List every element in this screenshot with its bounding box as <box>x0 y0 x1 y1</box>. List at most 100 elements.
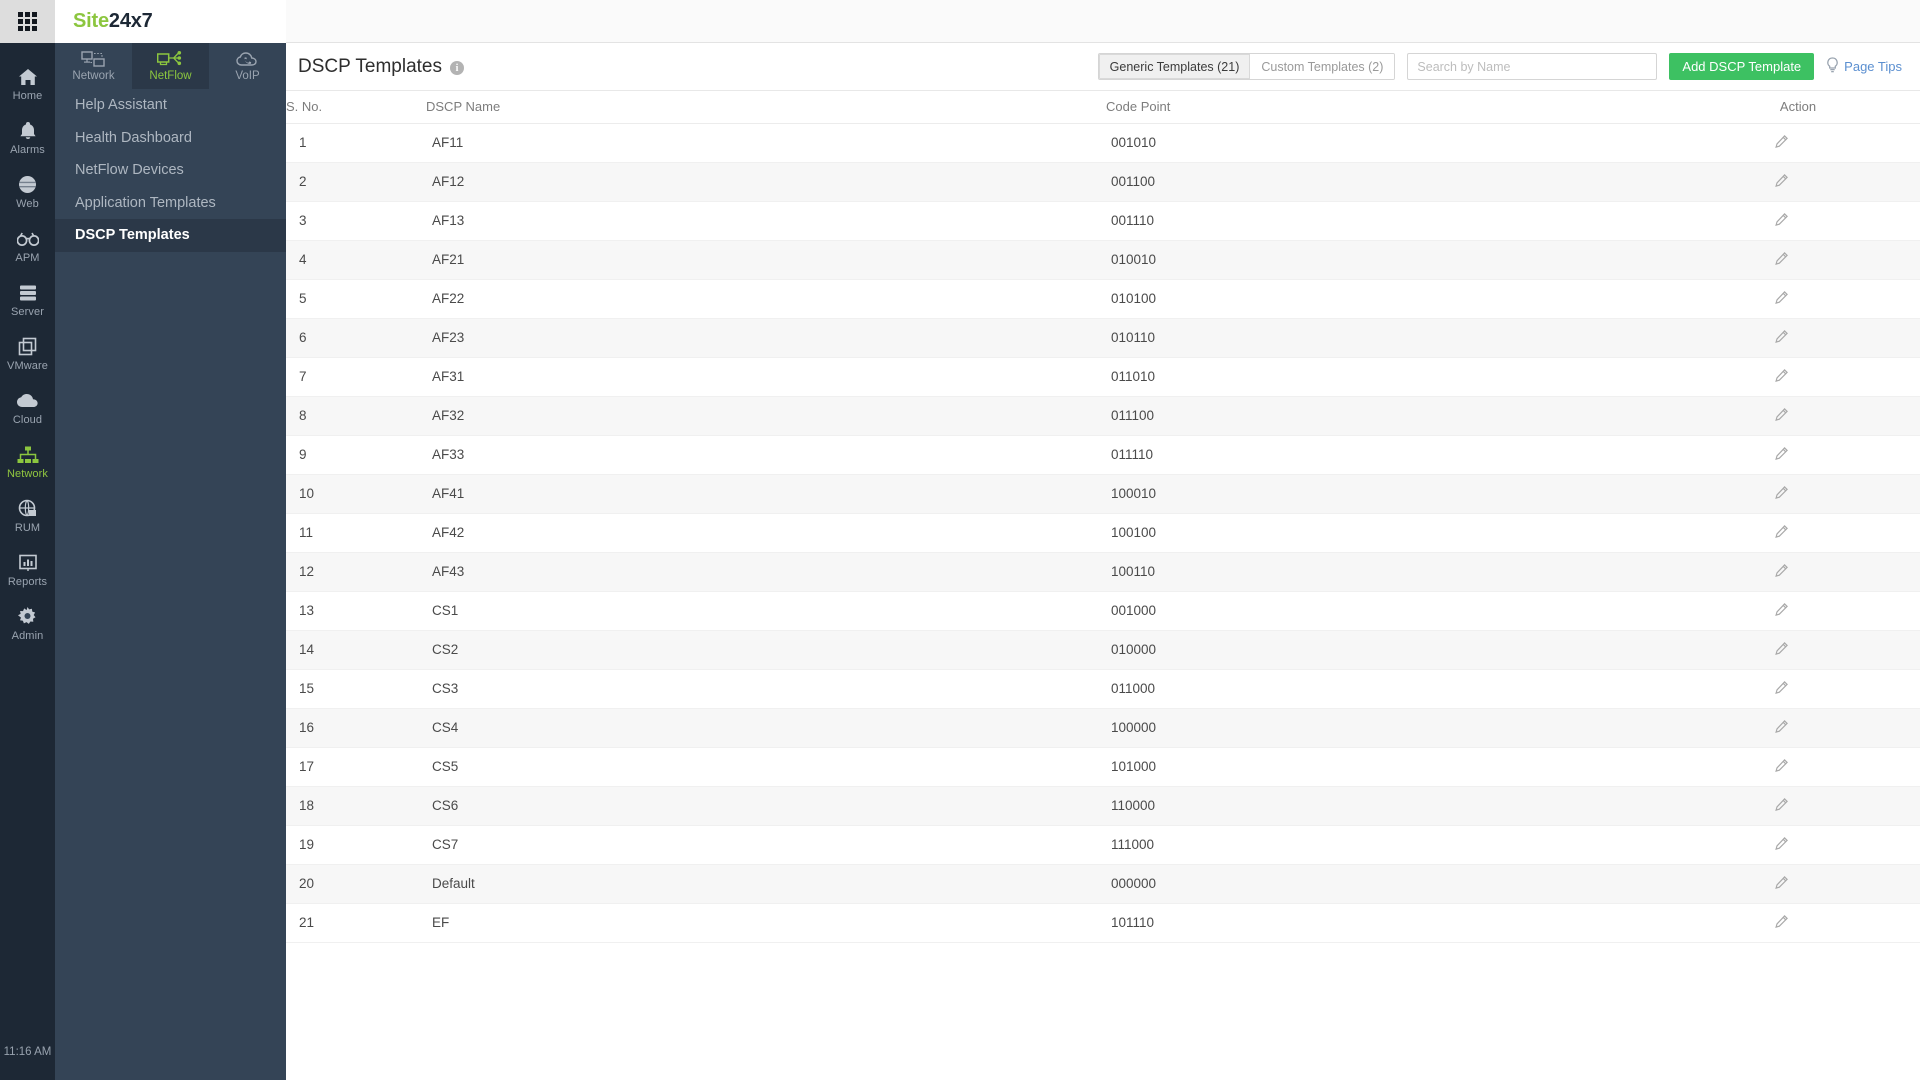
edit-pencil-icon[interactable] <box>1775 447 1788 463</box>
dscp-templates-table: S. No. DSCP Name Code Point Action 1AF11… <box>286 91 1920 943</box>
cell-code-point: 001000 <box>1106 591 1676 630</box>
edit-pencil-icon[interactable] <box>1775 603 1788 619</box>
rail-item-label: APM <box>15 252 39 265</box>
voip-cloud-icon <box>236 50 260 69</box>
cell-sno: 10 <box>286 474 426 513</box>
cell-dscp-name: AF43 <box>426 552 1106 591</box>
cell-code-point: 001110 <box>1106 201 1676 240</box>
subnav-tab-label: NetFlow <box>149 70 191 83</box>
sidebar-item-health-dashboard[interactable]: Health Dashboard <box>55 122 286 155</box>
rail-item-server[interactable]: Server <box>0 273 55 327</box>
table-row[interactable]: 14CS2010000 <box>286 630 1920 669</box>
edit-pencil-icon[interactable] <box>1775 330 1788 346</box>
cell-action <box>1676 825 1920 864</box>
subnav-tab-netflow[interactable]: NetFlow <box>132 43 209 89</box>
rail-item-alarms[interactable]: Alarms <box>0 111 55 165</box>
rail-item-vmware[interactable]: VMware <box>0 327 55 381</box>
table-row[interactable]: 12AF43100110 <box>286 552 1920 591</box>
rail-item-label: Reports <box>8 576 47 589</box>
cell-action <box>1676 240 1920 279</box>
table-row[interactable]: 8AF32011100 <box>286 396 1920 435</box>
edit-pencil-icon[interactable] <box>1775 486 1788 502</box>
cell-sno: 13 <box>286 591 426 630</box>
apps-grid-button[interactable] <box>0 0 55 43</box>
edit-pencil-icon[interactable] <box>1775 915 1788 931</box>
cell-sno: 20 <box>286 864 426 903</box>
table-row[interactable]: 10AF41100010 <box>286 474 1920 513</box>
table-row[interactable]: 11AF42100100 <box>286 513 1920 552</box>
edit-pencil-icon[interactable] <box>1775 408 1788 424</box>
sidebar-item-help-assistant[interactable]: Help Assistant <box>55 89 286 122</box>
table-row[interactable]: 13CS1001000 <box>286 591 1920 630</box>
edit-pencil-icon[interactable] <box>1775 837 1788 853</box>
table-row[interactable]: 1AF11001010 <box>286 123 1920 162</box>
edit-pencil-icon[interactable] <box>1775 876 1788 892</box>
search-input[interactable] <box>1407 53 1657 80</box>
edit-pencil-icon[interactable] <box>1775 291 1788 307</box>
page-tips-link[interactable]: Page Tips <box>1826 57 1902 76</box>
brand-text: Site24x7 <box>73 10 153 33</box>
rail-item-reports[interactable]: Reports <box>0 543 55 597</box>
edit-pencil-icon[interactable] <box>1775 213 1788 229</box>
cell-dscp-name: CS4 <box>426 708 1106 747</box>
rail-item-cloud[interactable]: Cloud <box>0 381 55 435</box>
edit-pencil-icon[interactable] <box>1775 369 1788 385</box>
table-body: 1AF110010102AF120011003AF130011104AF2101… <box>286 123 1920 942</box>
rail-item-network[interactable]: Network <box>0 435 55 489</box>
table-row[interactable]: 6AF23010110 <box>286 318 1920 357</box>
edit-pencil-icon[interactable] <box>1775 174 1788 190</box>
edit-pencil-icon[interactable] <box>1775 135 1788 151</box>
table-row[interactable]: 5AF22010100 <box>286 279 1920 318</box>
page-title: DSCP Templates <box>298 56 442 78</box>
cell-code-point: 010000 <box>1106 630 1676 669</box>
sidebar-item-application-templates[interactable]: Application Templates <box>55 187 286 220</box>
table-row[interactable]: 19CS7111000 <box>286 825 1920 864</box>
globe-icon <box>18 174 37 196</box>
table-row[interactable]: 15CS3011000 <box>286 669 1920 708</box>
cell-sno: 14 <box>286 630 426 669</box>
table-row[interactable]: 17CS5101000 <box>286 747 1920 786</box>
subnav-tab-label: Network <box>72 70 114 83</box>
table-row[interactable]: 4AF21010010 <box>286 240 1920 279</box>
rail-item-rum[interactable]: RUM <box>0 489 55 543</box>
sidebar-item-netflow-devices[interactable]: NetFlow Devices <box>55 154 286 187</box>
rail-item-label: Web <box>16 198 39 211</box>
cell-code-point: 100100 <box>1106 513 1676 552</box>
table-row[interactable]: 9AF33011110 <box>286 435 1920 474</box>
rail-item-web[interactable]: Web <box>0 165 55 219</box>
table-row[interactable]: 16CS4100000 <box>286 708 1920 747</box>
brand-logo[interactable]: Site24x7 <box>55 0 286 43</box>
rail-item-home[interactable]: Home <box>0 57 55 111</box>
table-row[interactable]: 2AF12001100 <box>286 162 1920 201</box>
edit-pencil-icon[interactable] <box>1775 252 1788 268</box>
rail-item-admin[interactable]: Admin <box>0 597 55 651</box>
tab-generic-templates[interactable]: Generic Templates (21) <box>1099 54 1251 79</box>
table-row[interactable]: 7AF31011010 <box>286 357 1920 396</box>
edit-pencil-icon[interactable] <box>1775 798 1788 814</box>
tab-custom-templates[interactable]: Custom Templates (2) <box>1250 54 1394 79</box>
cell-action <box>1676 357 1920 396</box>
subnav-tab-voip[interactable]: VoIP <box>209 43 286 89</box>
info-icon[interactable]: i <box>450 61 464 75</box>
netflow-icon <box>157 50 184 69</box>
subnav-tab-network[interactable]: Network <box>55 43 132 89</box>
table-row[interactable]: 18CS6110000 <box>286 786 1920 825</box>
add-dscp-template-button[interactable]: Add DSCP Template <box>1669 53 1814 80</box>
edit-pencil-icon[interactable] <box>1775 525 1788 541</box>
cell-sno: 5 <box>286 279 426 318</box>
cell-action <box>1676 864 1920 903</box>
edit-pencil-icon[interactable] <box>1775 681 1788 697</box>
cell-code-point: 100110 <box>1106 552 1676 591</box>
table-row[interactable]: 20Default000000 <box>286 864 1920 903</box>
edit-pencil-icon[interactable] <box>1775 564 1788 580</box>
table-row[interactable]: 21EF101110 <box>286 903 1920 942</box>
cell-dscp-name: AF41 <box>426 474 1106 513</box>
edit-pencil-icon[interactable] <box>1775 642 1788 658</box>
edit-pencil-icon[interactable] <box>1775 759 1788 775</box>
cell-dscp-name: AF13 <box>426 201 1106 240</box>
windows-stack-icon <box>18 336 37 358</box>
sidebar-item-dscp-templates[interactable]: DSCP Templates <box>55 219 286 252</box>
table-row[interactable]: 3AF13001110 <box>286 201 1920 240</box>
edit-pencil-icon[interactable] <box>1775 720 1788 736</box>
rail-item-apm[interactable]: APM <box>0 219 55 273</box>
